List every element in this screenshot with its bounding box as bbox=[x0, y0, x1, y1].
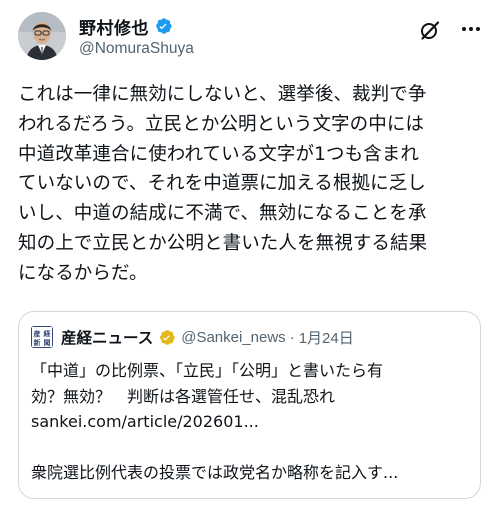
avatar[interactable] bbox=[18, 12, 66, 60]
more-icon bbox=[462, 27, 480, 31]
post-text-line: 知の上で立民とか公明と書いた人を無視する結果 bbox=[18, 232, 428, 254]
post: 野村修也 @NomuraShuya これは一律に無効にしないと、選挙後、裁判で争… bbox=[0, 0, 500, 511]
post-text: これは一律に無効にしないと、選挙後、裁判で争 われるだろう。立民とか公明という文… bbox=[18, 80, 484, 289]
sankei-logo-icon[interactable]: 産 経 新 聞 bbox=[31, 326, 53, 348]
display-name-row: 野村修也 bbox=[79, 14, 194, 39]
sankei-logo-char: 聞 bbox=[44, 338, 51, 347]
more-button[interactable] bbox=[460, 18, 482, 40]
display-name[interactable]: 野村修也 bbox=[79, 14, 149, 39]
verified-badge-icon[interactable] bbox=[153, 16, 173, 36]
post-text-line: いし、中道の結成に不満で、無効になることを承 bbox=[18, 203, 427, 225]
quoted-author-handle[interactable]: @Sankei_news bbox=[181, 329, 285, 346]
verified-gold-badge-icon[interactable] bbox=[157, 328, 176, 347]
author-names: 野村修也 @NomuraShuya bbox=[79, 14, 194, 58]
post-text-line: これは一律に無効にしないと、選挙後、裁判で争 bbox=[18, 84, 427, 105]
quoted-author-name[interactable]: 産経ニュース bbox=[61, 326, 153, 348]
quoted-post[interactable]: 産 経 新 聞 産経ニュース @Sankei_news · 1月24日 「中道」… bbox=[18, 311, 481, 499]
post-text-line: われるだろう。立民とか公明という文字の中には bbox=[18, 113, 425, 135]
quoted-link[interactable]: sankei.com/article/202601... bbox=[31, 409, 471, 435]
post-text-line: 中道改革連合に使われている文字が1つも含まれ bbox=[18, 143, 419, 165]
sankei-logo-char: 産 bbox=[34, 329, 41, 338]
quoted-text-line: 効？無効？ 判断は各選管任せ、混乱恐れ bbox=[31, 386, 336, 406]
post-header: 野村修也 @NomuraShuya bbox=[18, 12, 482, 64]
sankei-logo-glyph: 産 経 新 聞 bbox=[32, 327, 52, 347]
sankei-logo-char: 経 bbox=[44, 329, 52, 338]
separator-dot: · bbox=[289, 328, 295, 346]
quoted-post-text: 「中道」の比例票、「立民」「公明」と書いたら有 効？無効？ 判断は各選管任せ、混… bbox=[31, 358, 471, 486]
grok-icon bbox=[421, 21, 440, 40]
quoted-text-line: 「中道」の比例票、「立民」「公明」と書いたら有 bbox=[31, 361, 384, 380]
sankei-logo-char: 新 bbox=[34, 338, 41, 347]
author-handle[interactable]: @NomuraShuya bbox=[79, 40, 194, 58]
person-avatar-icon bbox=[18, 12, 66, 60]
quoted-summary: 衆院選比例代表の投票では政党名か略称を記入す... bbox=[31, 463, 399, 482]
quoted-post-date[interactable]: 1月24日 bbox=[299, 327, 354, 348]
quoted-post-header: 産 経 新 聞 産経ニュース @Sankei_news · 1月24日 bbox=[31, 326, 354, 348]
post-text-line: になるからだ。 bbox=[18, 262, 148, 284]
post-text-line: ていないので、それを中道票に加える根拠に乏し bbox=[18, 173, 426, 195]
quoted-text-gap bbox=[31, 435, 471, 461]
grok-button[interactable] bbox=[418, 18, 442, 42]
